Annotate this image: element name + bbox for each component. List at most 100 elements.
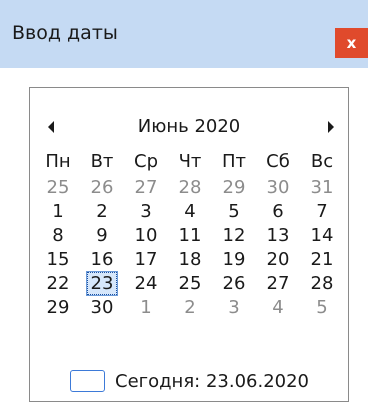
day-cell[interactable]: 6: [256, 200, 300, 224]
day-cell[interactable]: 7: [300, 200, 344, 224]
close-button[interactable]: x: [335, 28, 368, 58]
day-number: 26: [222, 273, 246, 294]
selected-day-cell[interactable]: 23: [80, 271, 124, 296]
day-cell[interactable]: 9: [80, 224, 124, 248]
day-cell[interactable]: 10: [124, 224, 168, 248]
day-number: 22: [46, 273, 70, 294]
day-cell[interactable]: 1: [36, 200, 80, 224]
day-number: 24: [134, 273, 158, 294]
day-cell[interactable]: 15: [36, 248, 80, 272]
day-cell[interactable]: 1: [124, 296, 168, 320]
day-cell[interactable]: 14: [300, 224, 344, 248]
day-cell[interactable]: 30: [256, 176, 300, 200]
weekday-label: Сб: [266, 151, 290, 172]
calendar-header: Июнь 2020: [30, 112, 348, 142]
triangle-right-icon: [328, 121, 334, 133]
today-marker-icon: [70, 370, 105, 392]
weekday-header-row: Пн Вт Ср Чт Пт Сб Вс: [36, 150, 344, 176]
next-month-button[interactable]: [322, 117, 338, 137]
weekday-label: Вт: [90, 151, 114, 172]
day-cell[interactable]: 29: [212, 176, 256, 200]
month-calendar: Июнь 2020 Пн Вт Ср Чт Пт Сб Вс 25 26 27 28 29 30 31 1…: [29, 87, 349, 402]
window-title: Ввод даты: [12, 22, 118, 44]
day-cell[interactable]: 27: [256, 272, 300, 296]
calendar-grid: Пн Вт Ср Чт Пт Сб Вс 25 26 27 28 29 30 31 1 2 3 4 5 6 7 8 9 10…: [36, 150, 344, 320]
day-cell[interactable]: 11: [168, 224, 212, 248]
day-cell[interactable]: 30: [80, 296, 124, 320]
week-row: 1 2 3 4 5 6 7: [36, 200, 344, 224]
day-number: 16: [90, 249, 114, 270]
weekday-label: Пт: [221, 151, 247, 172]
day-cell[interactable]: 26: [80, 176, 124, 200]
day-number: 4: [272, 297, 284, 318]
day-number: 2: [184, 297, 196, 318]
day-cell[interactable]: 12: [212, 224, 256, 248]
day-number: 27: [134, 177, 158, 198]
day-number: 30: [266, 177, 290, 198]
day-cell[interactable]: 28: [168, 176, 212, 200]
day-number: 25: [178, 273, 202, 294]
day-number: 25: [46, 177, 70, 198]
day-cell[interactable]: 8: [36, 224, 80, 248]
day-number: 12: [222, 225, 246, 246]
day-number: 28: [310, 273, 334, 294]
week-row: 22 23 24 25 26 27 28: [36, 271, 344, 296]
day-cell[interactable]: 16: [80, 248, 124, 272]
day-cell[interactable]: 4: [168, 200, 212, 224]
day-number: 8: [52, 225, 64, 246]
day-number: 9: [96, 225, 108, 246]
day-cell[interactable]: 20: [256, 248, 300, 272]
day-number: 17: [134, 249, 158, 270]
day-number: 13: [266, 225, 290, 246]
day-cell[interactable]: 19: [212, 248, 256, 272]
day-number: 4: [184, 201, 196, 222]
day-cell[interactable]: 31: [300, 176, 344, 200]
day-cell[interactable]: 27: [124, 176, 168, 200]
day-number: 10: [134, 225, 158, 246]
day-number: 6: [272, 201, 284, 222]
day-cell[interactable]: 17: [124, 248, 168, 272]
day-cell[interactable]: 26: [212, 272, 256, 296]
day-cell[interactable]: 4: [256, 296, 300, 320]
day-cell[interactable]: 28: [300, 272, 344, 296]
day-cell[interactable]: 5: [212, 200, 256, 224]
day-cell[interactable]: 3: [212, 296, 256, 320]
day-cell[interactable]: 21: [300, 248, 344, 272]
day-number: 28: [178, 177, 202, 198]
day-cell[interactable]: 2: [80, 200, 124, 224]
day-number: 29: [222, 177, 246, 198]
month-year-label[interactable]: Июнь 2020: [30, 116, 348, 137]
weekday-label: Пн: [45, 151, 71, 172]
day-number: 29: [46, 297, 70, 318]
day-number: 1: [52, 201, 64, 222]
day-number: 5: [316, 297, 328, 318]
day-number: 11: [178, 225, 202, 246]
day-cell[interactable]: 5: [300, 296, 344, 320]
today-label: Сегодня: 23.06.2020: [115, 370, 310, 392]
today-link[interactable]: Сегодня: 23.06.2020: [70, 368, 309, 394]
day-number: 2: [96, 201, 108, 222]
day-cell[interactable]: 25: [36, 176, 80, 200]
day-cell[interactable]: 2: [168, 296, 212, 320]
week-row: 8 9 10 11 12 13 14: [36, 224, 344, 248]
day-number: 23: [85, 271, 119, 296]
week-row: 15 16 17 18 19 20 21: [36, 248, 344, 272]
day-number: 21: [310, 249, 334, 270]
day-cell[interactable]: 3: [124, 200, 168, 224]
day-number: 19: [222, 249, 246, 270]
title-bar: Ввод даты x: [0, 0, 368, 68]
day-cell[interactable]: 18: [168, 248, 212, 272]
day-number: 7: [316, 201, 328, 222]
day-number: 27: [266, 273, 290, 294]
day-cell[interactable]: 25: [168, 272, 212, 296]
day-cell[interactable]: 24: [124, 272, 168, 296]
day-cell[interactable]: 29: [36, 296, 80, 320]
day-cell[interactable]: 13: [256, 224, 300, 248]
day-cell[interactable]: 22: [36, 272, 80, 296]
day-number: 1: [140, 297, 152, 318]
day-number: 31: [310, 177, 334, 198]
week-row: 29 30 1 2 3 4 5: [36, 296, 344, 320]
weekday-label: Ср: [134, 151, 158, 172]
day-number: 5: [228, 201, 240, 222]
day-number: 18: [178, 249, 202, 270]
